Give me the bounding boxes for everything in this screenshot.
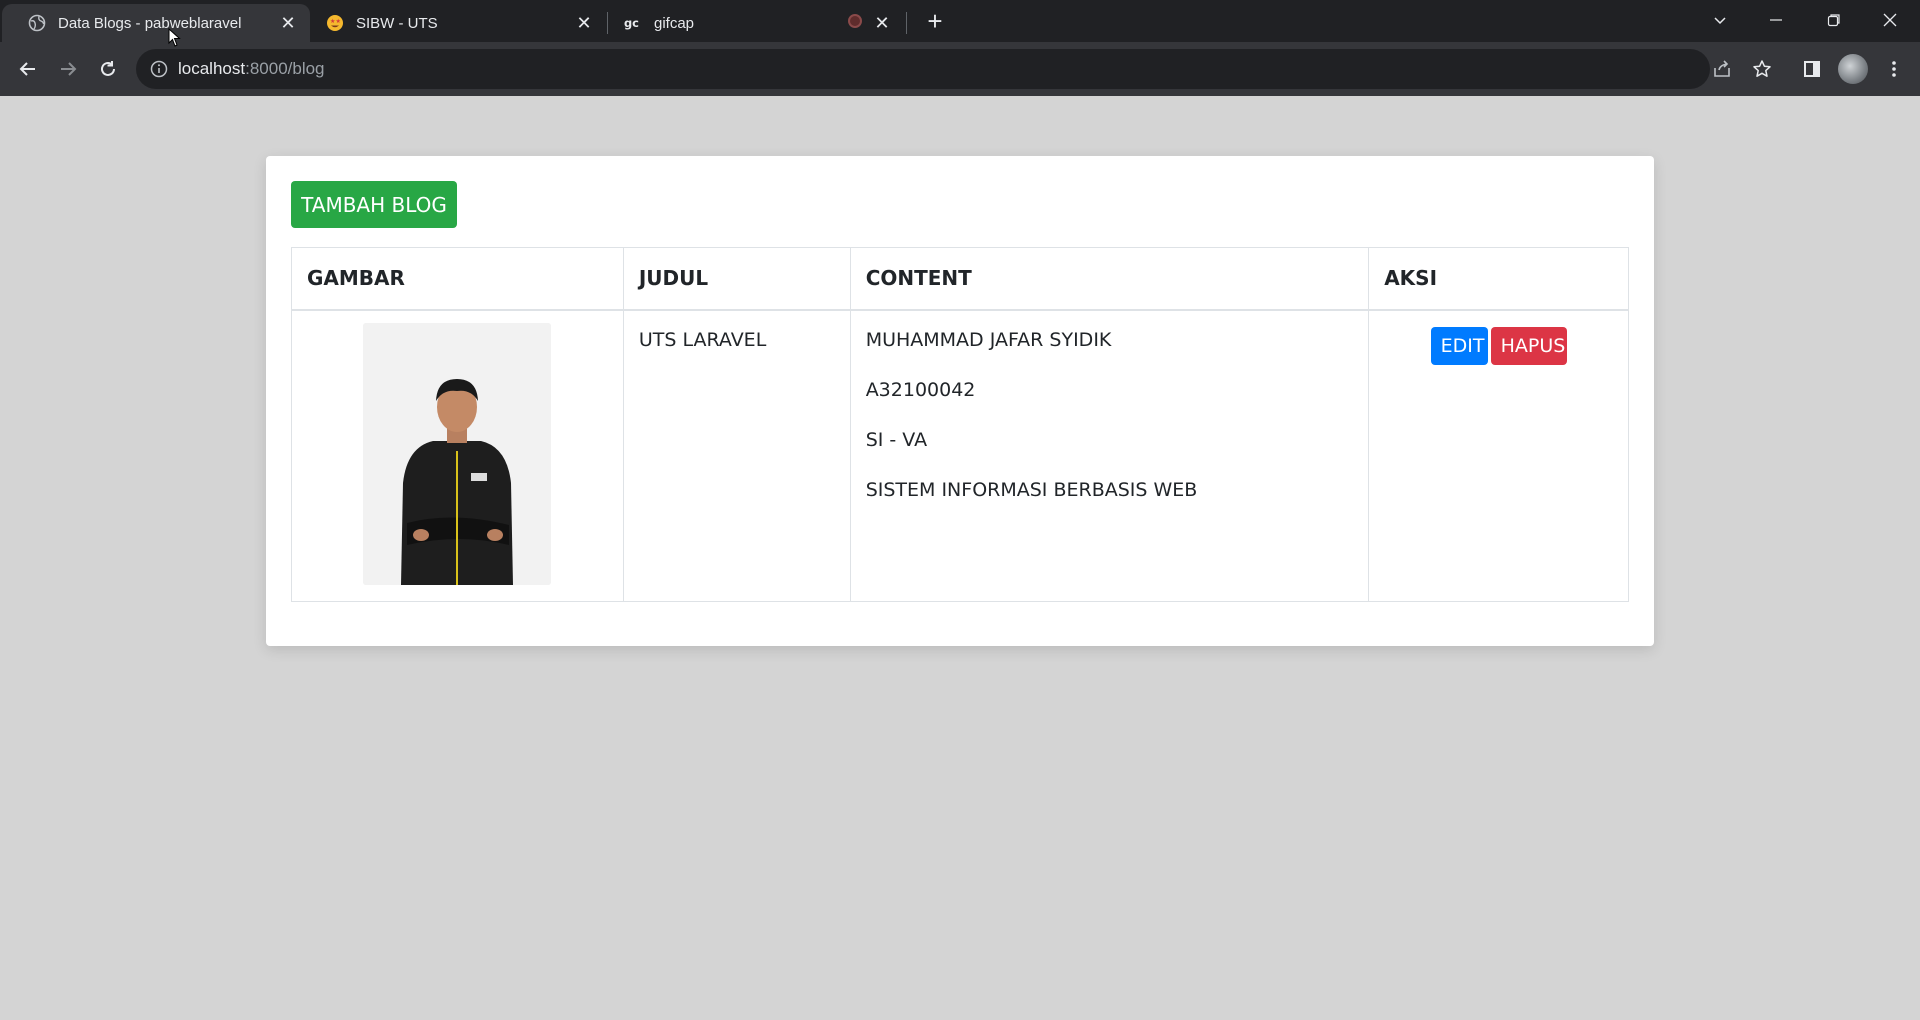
menu-button[interactable] [1878,53,1910,85]
minimize-icon [1770,19,1782,21]
arrow-left-icon [19,62,35,76]
close-tab-icon[interactable]: ✕ [870,11,894,35]
cell-judul: UTS LARAVEL [622,309,851,602]
more-vertical-icon [1892,61,1896,77]
tab-search-button[interactable] [1692,0,1748,40]
restore-button[interactable] [1806,0,1862,40]
reload-button[interactable] [92,53,124,85]
table-header-row: GAMBAR JUDUL CONTENT AKSI [291,247,1629,311]
info-icon[interactable] [150,60,168,78]
share-icon [1714,60,1730,77]
close-window-button[interactable] [1862,0,1918,40]
tab-strip: Data Blogs - pabweblaravel ✕ ★ ★ SIBW - U… [0,0,1920,42]
browser-toolbar: localhost:8000/blog [0,42,1920,96]
header-gambar: GAMBAR [291,247,624,311]
tab-title: Data Blogs - pabweblaravel [58,14,242,32]
star-icon [1753,60,1771,77]
header-content: CONTENT [849,247,1370,311]
cell-gambar [291,309,624,602]
add-blog-button[interactable]: TAMBAH BLOG [291,181,457,228]
minimize-button[interactable] [1748,0,1804,40]
content-line: MUHAMMAD JAFAR SYIDIK [865,328,1112,351]
side-panel-icon [1804,61,1820,77]
svg-text:★: ★ [336,18,341,25]
table-row: UTS LARAVEL MUHAMMAD JAFAR SYIDIK A32100… [291,309,1629,602]
globe-icon [28,14,46,32]
address-bar[interactable]: localhost:8000/blog [136,49,1710,89]
svg-text:gc: gc [624,16,639,30]
gifcap-logo-icon: gc [624,14,642,32]
header-judul: JUDUL [622,247,851,311]
close-icon [1883,13,1897,27]
chevron-down-icon [1714,17,1726,25]
cell-aksi: EDIT HAPUS [1368,309,1629,602]
person-photo-icon [363,322,552,585]
content-line: SISTEM INFORMASI BERBASIS WEB [865,478,1198,501]
url-path: :8000/blog [245,59,325,78]
delete-button[interactable]: HAPUS [1490,326,1567,365]
blog-image [363,322,552,585]
bookmark-button[interactable] [1746,53,1778,85]
restore-icon [1827,14,1840,27]
side-panel-button[interactable] [1796,53,1828,85]
content-line: SI - VA [865,428,928,451]
reload-icon [101,61,115,76]
edit-button[interactable]: EDIT [1430,326,1488,365]
star-eyes-emoji-icon: ★ ★ [326,14,344,32]
header-aksi: AKSI [1368,247,1629,311]
profile-avatar[interactable] [1838,54,1868,84]
back-button[interactable] [12,53,44,85]
blog-title: UTS LARAVEL [638,328,767,351]
tab-sibw-uts[interactable]: ★ ★ SIBW - UTS ✕ [300,4,606,42]
cell-content: MUHAMMAD JAFAR SYIDIK A32100042 SI - VA … [849,309,1370,602]
tab-separator [906,12,907,34]
blog-card: TAMBAH BLOG GAMBAR JUDUL CONTENT AKSI UT… [266,156,1654,646]
blog-table: GAMBAR JUDUL CONTENT AKSI UTS LARAVEL MU… [291,247,1629,602]
new-tab-button[interactable]: + [920,6,950,36]
recording-indicator-icon [848,14,862,28]
content-line: A32100042 [865,378,976,401]
share-button[interactable] [1706,53,1738,85]
tab-title: gifcap [654,14,695,32]
url-host: localhost [178,59,246,78]
tab-title: SIBW - UTS [356,14,438,32]
forward-button[interactable] [52,53,84,85]
close-tab-icon[interactable]: ✕ [276,11,300,35]
tab-data-blogs[interactable]: Data Blogs - pabweblaravel ✕ [2,4,310,42]
arrow-right-icon [61,62,77,76]
close-tab-icon[interactable]: ✕ [572,11,596,35]
mouse-cursor-icon [168,28,181,47]
